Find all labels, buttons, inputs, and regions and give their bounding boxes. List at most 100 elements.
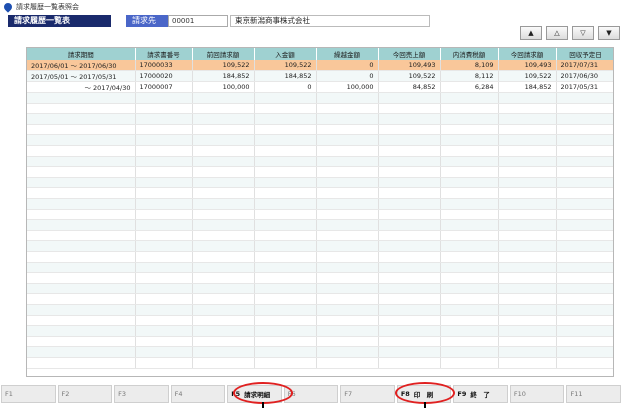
cell-invoice-no <box>135 113 193 125</box>
fkey-number: F1 <box>5 390 13 398</box>
empty-table-row <box>27 134 613 147</box>
cell-payment <box>254 272 317 284</box>
fkey-f9-button[interactable]: F9 終 了 <box>453 385 508 403</box>
col-header-prev-amount[interactable]: 前回請求額 <box>192 48 255 60</box>
col-header-period[interactable]: 請求期間 <box>27 48 136 60</box>
cell-period <box>27 187 136 200</box>
cell-prev-amount <box>192 103 255 115</box>
cell-carryover <box>316 325 379 337</box>
cell-payment <box>254 177 317 189</box>
cell-prev-amount <box>192 156 255 168</box>
fkey-f7-button[interactable]: F7 <box>340 385 395 403</box>
fkey-f5-button[interactable]: F5 請求明細 <box>227 385 282 403</box>
cell-carryover <box>316 262 379 274</box>
fkey-f4-button[interactable]: F4 <box>170 385 226 403</box>
next-record-button[interactable]: ▽ <box>572 26 594 40</box>
billing-history-grid[interactable]: 請求期間 請求書番号 前回請求額 入金額 繰越金額 今回売上額 内消費税額 今回… <box>26 47 614 377</box>
cell-sales <box>378 219 441 231</box>
cell-payment <box>254 230 317 242</box>
empty-table-row <box>27 198 613 210</box>
cell-invoice-no <box>135 251 193 263</box>
cell-due-date <box>556 272 613 284</box>
cell-tax <box>440 230 499 242</box>
cell-prev-amount <box>192 230 255 242</box>
cell-payment <box>254 336 317 348</box>
header-bar: 請求履歴一覧表 請求先 00001 東京新潟商事株式会社 ▲ △ ▽ ▼ <box>0 15 622 45</box>
fkey-f6-button[interactable]: F6 <box>283 385 339 403</box>
cell-due-date: 2017/05/31 <box>556 81 613 94</box>
cell-payment <box>254 293 317 305</box>
cell-invoice-no <box>135 325 193 337</box>
cell-invoice-no: 17000007 <box>135 81 193 94</box>
window-title: 請求履歴一覧表照会 <box>16 3 79 11</box>
empty-table-row <box>27 336 613 348</box>
cell-tax <box>440 103 499 115</box>
window-titlebar: 請求履歴一覧表照会 <box>0 0 622 14</box>
cell-current-amount <box>498 240 557 252</box>
cell-payment <box>254 134 317 147</box>
cell-current-amount <box>498 304 557 316</box>
cell-invoice-no <box>135 219 193 231</box>
cell-tax <box>440 262 499 274</box>
cell-period <box>27 346 136 358</box>
cell-payment <box>254 166 317 178</box>
fkey-f2-button[interactable]: F2 <box>57 385 113 403</box>
cell-invoice-no <box>135 293 193 305</box>
empty-table-row <box>27 251 613 263</box>
cell-payment <box>254 156 317 168</box>
cell-sales <box>378 198 441 210</box>
cell-prev-amount: 100,000 <box>192 81 255 94</box>
cell-sales <box>378 124 441 136</box>
cell-tax <box>440 145 499 157</box>
cell-tax <box>440 315 499 327</box>
cell-payment <box>254 304 317 316</box>
cell-current-amount <box>498 336 557 348</box>
fkey-number: F8 <box>400 390 410 398</box>
cell-period: 2017/06/01 ～ 2017/06/30 <box>27 60 136 72</box>
cell-payment: 0 <box>254 81 317 94</box>
cell-sales: 109,522 <box>378 70 441 83</box>
cell-prev-amount <box>192 124 255 136</box>
col-header-invoice-no[interactable]: 請求書番号 <box>135 48 193 60</box>
cell-tax <box>440 346 499 358</box>
cell-carryover <box>316 145 379 157</box>
last-record-button[interactable]: ▼ <box>598 26 620 40</box>
cell-tax <box>440 336 499 348</box>
cell-carryover <box>316 209 379 221</box>
col-header-due-date[interactable]: 回収予定日 <box>556 48 613 60</box>
table-row[interactable]: 2017/05/01 ～ 2017/05/31 17000020 184,852 18… <box>27 70 613 83</box>
cell-prev-amount <box>192 357 255 369</box>
col-header-sales[interactable]: 今回売上額 <box>378 48 441 60</box>
prev-record-button[interactable]: △ <box>546 26 568 40</box>
table-row[interactable]: 2017/06/01 ～ 2017/06/30 17000033 109,522 10… <box>27 60 613 72</box>
fkey-f3-button[interactable]: F3 <box>114 385 169 403</box>
fkey-f1-button[interactable]: F1 <box>1 385 56 403</box>
col-header-carryover[interactable]: 繰越金額 <box>316 48 379 60</box>
fkey-f10-button[interactable]: F10 <box>509 385 565 403</box>
cell-sales <box>378 209 441 221</box>
cell-carryover <box>316 240 379 252</box>
cell-sales <box>378 113 441 125</box>
cell-prev-amount <box>192 92 255 104</box>
fkey-f11-button[interactable]: F11 <box>566 385 622 403</box>
col-header-current-amount[interactable]: 今回請求額 <box>498 48 557 60</box>
cell-tax <box>440 304 499 316</box>
fkey-f8-button[interactable]: F8 印 刷 <box>396 385 452 403</box>
cell-tax <box>440 134 499 147</box>
cell-current-amount <box>498 134 557 147</box>
cell-due-date <box>556 357 613 369</box>
cell-sales <box>378 293 441 305</box>
customer-code-field[interactable]: 00001 <box>168 15 228 27</box>
cell-sales <box>378 315 441 327</box>
empty-table-row <box>27 219 613 231</box>
cell-invoice-no <box>135 198 193 210</box>
cell-invoice-no <box>135 187 193 200</box>
empty-table-row <box>27 177 613 189</box>
table-row[interactable]: ～ 2017/04/30 17000007 100,000 0 100,000 84,85… <box>27 81 613 94</box>
col-header-tax[interactable]: 内消費税額 <box>440 48 499 60</box>
col-header-payment[interactable]: 入金額 <box>254 48 317 60</box>
cell-current-amount <box>498 92 557 104</box>
cell-current-amount <box>498 251 557 263</box>
first-record-button[interactable]: ▲ <box>520 26 542 40</box>
cell-carryover <box>316 113 379 125</box>
